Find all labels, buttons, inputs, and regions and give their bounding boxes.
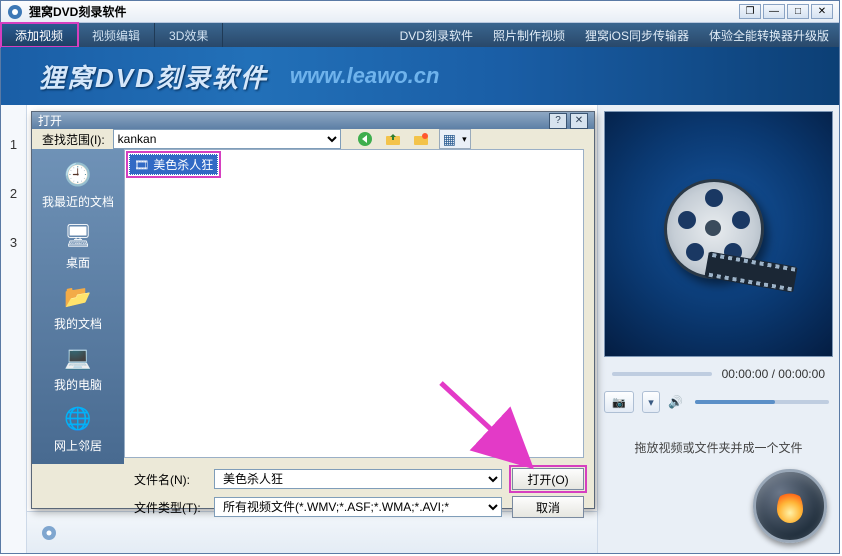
lookup-row: 查找范围(I): kankan ▦ ▾ <box>32 129 594 149</box>
place-label: 我的电脑 <box>54 376 102 393</box>
snapshot-button[interactable]: 📷 <box>604 391 634 413</box>
time-bar: 00:00:00 / 00:00:00 <box>604 363 833 385</box>
filetype-label: 文件类型(T): <box>134 499 204 516</box>
filename-label: 文件名(N): <box>134 471 204 488</box>
place-label: 桌面 <box>66 254 90 271</box>
new-folder-icon <box>413 131 429 147</box>
app-icon <box>7 4 23 20</box>
minimize-button[interactable]: — <box>763 4 785 19</box>
banner: 狸窝DVD刻录软件 www.leawo.cn <box>1 47 839 105</box>
place-recent[interactable]: 🕘 我最近的文档 <box>42 159 114 210</box>
dialog-titlebar: 打开 ? ✕ <box>32 112 594 129</box>
open-button[interactable]: 打开(O) <box>512 468 584 490</box>
place-label: 网上邻居 <box>54 437 102 454</box>
dialog-body: 🕘 我最近的文档 🖥 桌面 📂 我的文档 💻 我的电脑 🌐 网上邻居 🎞 美色杀人狂 <box>32 149 594 464</box>
chevron-down-icon: ▾ <box>462 134 467 145</box>
places-bar: 🕘 我最近的文档 🖥 桌面 📂 我的文档 💻 我的电脑 🌐 网上邻居 <box>32 149 124 464</box>
link-dvd-burn[interactable]: DVD刻录软件 <box>390 23 483 47</box>
seek-track[interactable] <box>612 372 712 376</box>
row-num: 3 <box>1 235 26 250</box>
menubar: 添加视频 视频编辑 3D效果 DVD刻录软件 照片制作视频 狸窝iOS同步传输器… <box>1 23 839 47</box>
row-num: 2 <box>1 186 26 201</box>
open-dialog: 打开 ? ✕ 查找范围(I): kankan ▦ ▾ <box>31 111 595 509</box>
up-button[interactable] <box>383 129 403 149</box>
video-preview <box>604 111 833 357</box>
place-mycomputer[interactable]: 💻 我的电脑 <box>54 342 102 393</box>
network-icon: 🌐 <box>62 403 94 435</box>
cancel-button[interactable]: 取消 <box>512 496 584 518</box>
dialog-close-button[interactable]: ✕ <box>570 113 588 129</box>
recent-icon: 🕘 <box>62 159 94 191</box>
filename-combo[interactable]: 美色杀人狂 <box>214 469 502 489</box>
place-label: 我最近的文档 <box>42 193 114 210</box>
link-converter-upgrade[interactable]: 体验全能转换器升级版 <box>699 23 839 47</box>
row-number-column: 1 2 3 <box>1 105 27 553</box>
back-button[interactable] <box>355 129 375 149</box>
app-window: 狸窝DVD刻录软件 ❐ — □ ✕ 添加视频 视频编辑 3D效果 DVD刻录软件… <box>0 0 840 554</box>
app-title: 狸窝DVD刻录软件 <box>29 3 739 20</box>
file-item-selected[interactable]: 🎞 美色杀人狂 <box>129 154 218 175</box>
dialog-title: 打开 <box>38 112 546 129</box>
folder-up-icon <box>385 131 401 147</box>
right-panel: 00:00:00 / 00:00:00 📷 ▾ 🔊 拖放视频或文件夹并成一个文件 <box>597 105 839 553</box>
tab-add-video[interactable]: 添加视频 <box>1 23 78 47</box>
restore-button[interactable]: ❐ <box>739 4 761 19</box>
new-folder-button[interactable] <box>411 129 431 149</box>
titlebar: 狸窝DVD刻录软件 ❐ — □ ✕ <box>1 1 839 23</box>
lookup-combo[interactable]: kankan <box>113 129 341 149</box>
banner-title: 狸窝DVD刻录软件 <box>39 58 268 95</box>
player-controls: 📷 ▾ 🔊 <box>604 389 833 415</box>
place-desktop[interactable]: 🖥 桌面 <box>62 220 94 271</box>
mycomputer-icon: 💻 <box>62 342 94 374</box>
back-icon <box>357 131 373 147</box>
tab-video-edit[interactable]: 视频编辑 <box>78 23 155 47</box>
video-file-icon: 🎞 <box>134 158 149 172</box>
snapshot-menu-button[interactable]: ▾ <box>642 391 660 413</box>
file-list[interactable]: 🎞 美色杀人狂 <box>124 149 584 458</box>
close-button[interactable]: ✕ <box>811 4 833 19</box>
camera-icon: 📷 <box>612 396 626 409</box>
lookup-label: 查找范围(I): <box>42 131 105 148</box>
volume-slider[interactable] <box>695 400 829 404</box>
link-photo-video[interactable]: 照片制作视频 <box>483 23 575 47</box>
dialog-help-button[interactable]: ? <box>549 113 567 129</box>
views-button[interactable]: ▦ ▾ <box>439 129 471 149</box>
place-network[interactable]: 🌐 网上邻居 <box>54 403 102 454</box>
place-mydocs[interactable]: 📂 我的文档 <box>54 281 102 332</box>
row-num: 1 <box>1 137 26 152</box>
time-display: 00:00:00 / 00:00:00 <box>722 367 825 381</box>
views-icon: ▦ <box>443 131 456 148</box>
tab-3d-effect[interactable]: 3D效果 <box>155 23 223 47</box>
place-label: 我的文档 <box>54 315 102 332</box>
filetype-combo[interactable]: 所有视频文件(*.WMV;*.ASF;*.WMA;*.AVI;* <box>214 497 502 517</box>
flame-icon <box>777 489 803 523</box>
dialog-bottom: 文件名(N): 美色杀人狂 打开(O) 文件类型(T): 所有视频文件(*.WM… <box>32 464 594 534</box>
drop-hint: 拖放视频或文件夹并成一个文件 <box>608 439 829 456</box>
banner-url: www.leawo.cn <box>290 63 440 89</box>
maximize-button[interactable]: □ <box>787 4 809 19</box>
speaker-icon: 🔊 <box>668 395 683 409</box>
link-ios-transfer[interactable]: 狸窝iOS同步传输器 <box>575 23 699 47</box>
mydocs-icon: 📂 <box>62 281 94 313</box>
film-reel-icon <box>664 179 774 289</box>
desktop-icon: 🖥 <box>62 220 94 252</box>
file-name: 美色杀人狂 <box>153 156 213 173</box>
burn-button[interactable] <box>753 469 827 543</box>
chevron-down-icon: ▾ <box>648 396 654 409</box>
